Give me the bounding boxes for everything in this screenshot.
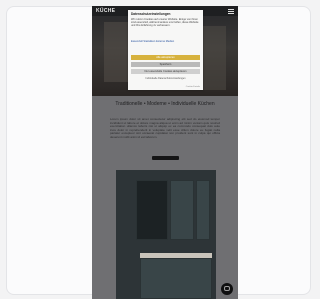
- chat-icon: [224, 286, 230, 291]
- cookie-details-link[interactable]: Cookie-Details: [186, 86, 200, 88]
- individual-settings-link[interactable]: Individuelle Datenschutzeinstellungen: [131, 77, 200, 80]
- essential-only-button[interactable]: Nur essenzielle Cookies akzeptieren: [131, 69, 200, 74]
- menu-icon[interactable]: [228, 9, 234, 14]
- kitchen-photo: [116, 170, 216, 299]
- consent-text: Wir nutzen Cookies auf unserer Website. …: [131, 18, 199, 27]
- consent-categories[interactable]: Essenziell Statistiken Externe Medien: [131, 40, 200, 43]
- site-logo[interactable]: KÜCHE: [96, 8, 115, 14]
- intro-paragraph: Lorem ipsum dolor sit amet consectetur a…: [110, 117, 220, 139]
- accept-all-button[interactable]: Alle akzeptieren: [131, 55, 200, 60]
- save-settings-button[interactable]: Speichern: [131, 62, 200, 67]
- consent-title: Datenschutzeinstellungen: [131, 12, 171, 16]
- cta-button[interactable]: [152, 156, 179, 160]
- page-heading: Traditionelle • Moderne • Individuelle K…: [115, 101, 215, 107]
- chat-button[interactable]: [221, 283, 233, 295]
- cookie-consent-dialog: Datenschutzeinstellungen Wir nutzen Cook…: [128, 10, 203, 90]
